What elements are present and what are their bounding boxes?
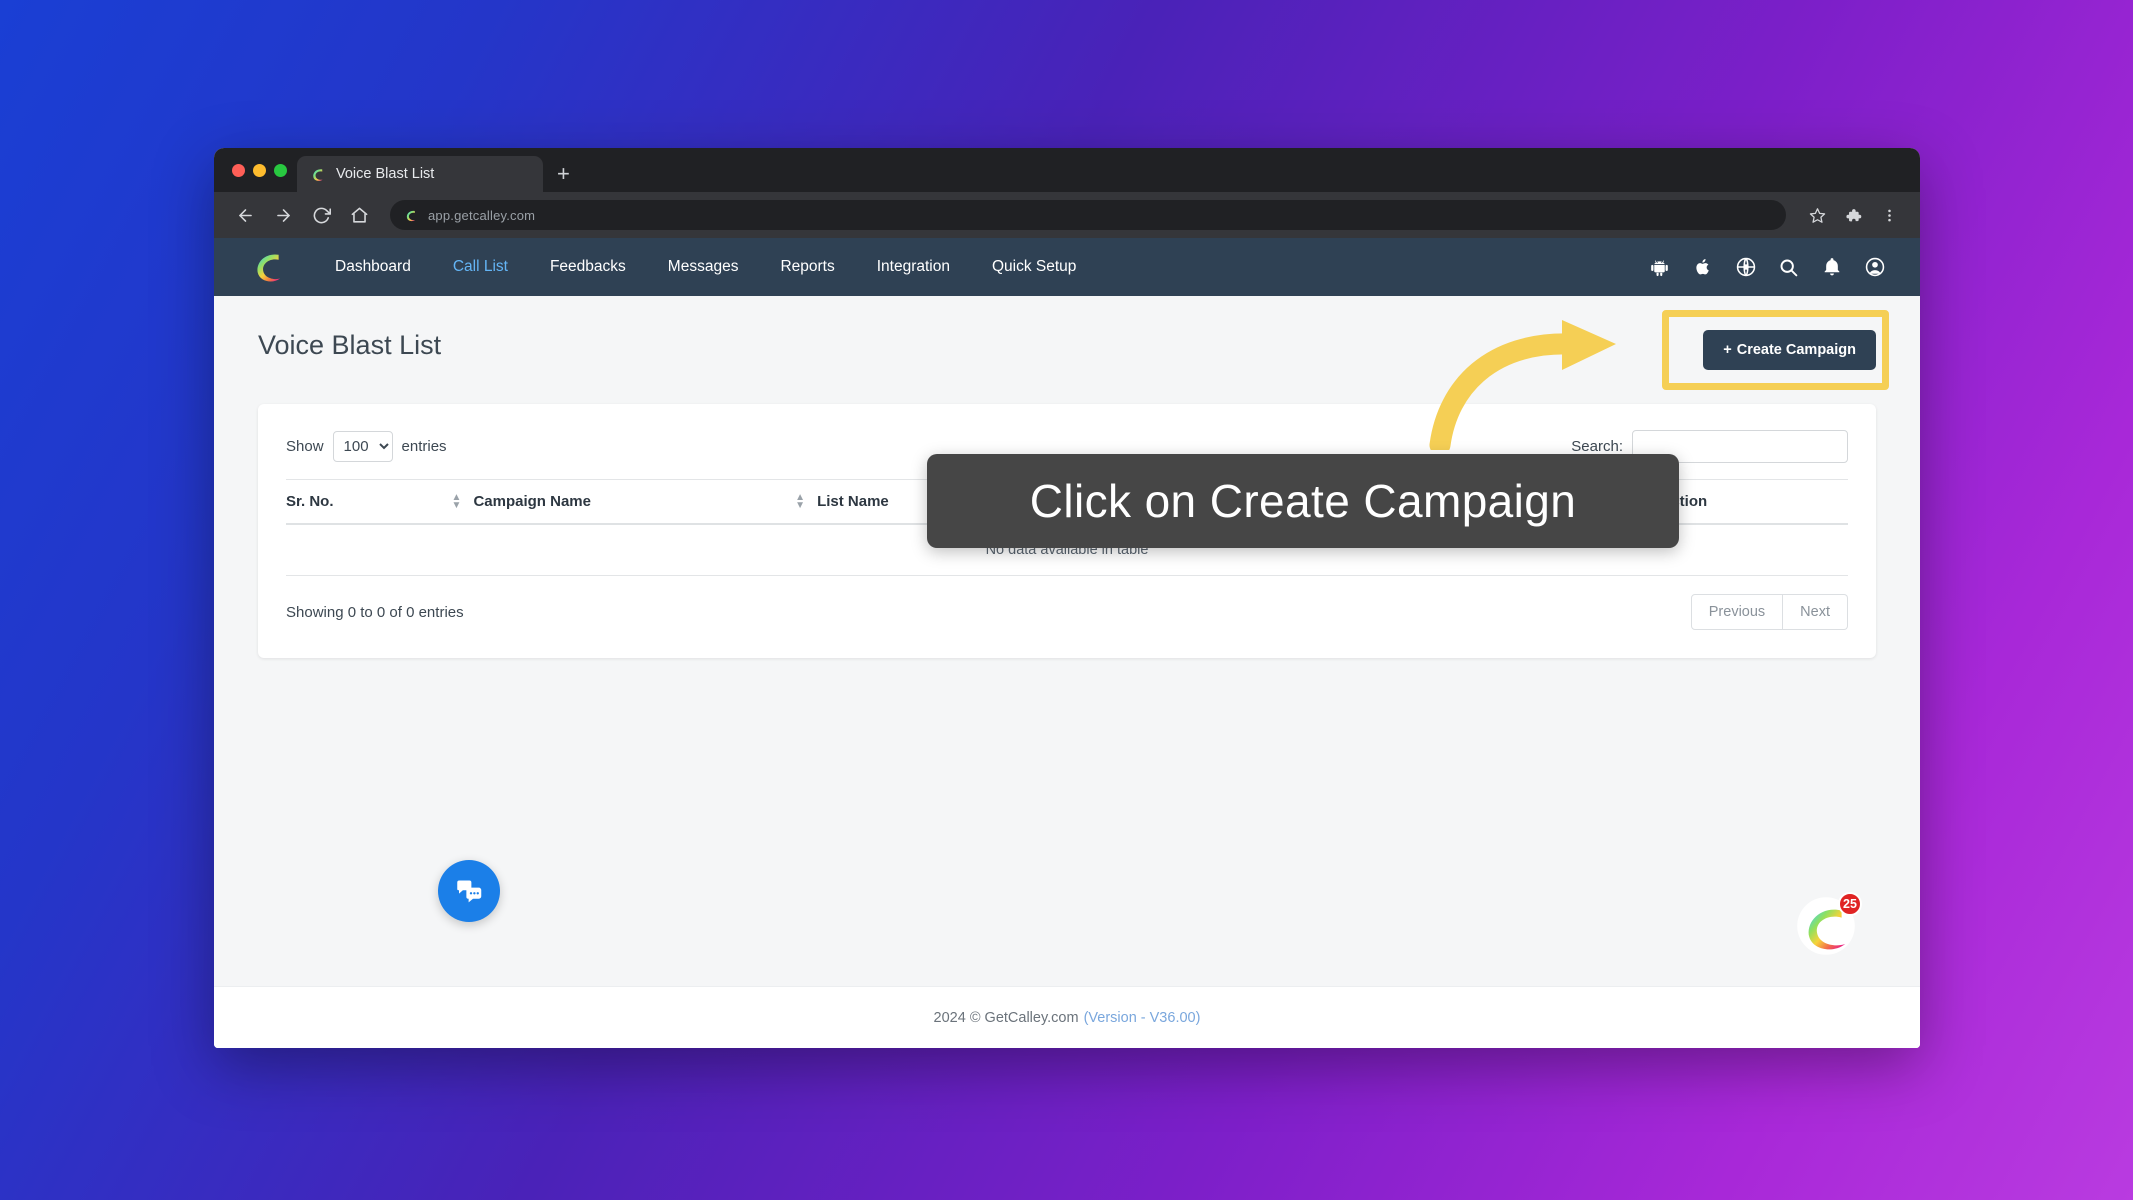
notification-badge: 25 xyxy=(1838,892,1862,916)
browser-tab[interactable]: Voice Blast List xyxy=(297,156,543,192)
close-window-button[interactable] xyxy=(232,163,245,177)
page-title: Voice Blast List xyxy=(258,330,442,360)
create-campaign-button[interactable]: + Create Campaign xyxy=(1703,330,1876,370)
bell-icon[interactable] xyxy=(1820,256,1843,279)
nav-item-feedbacks[interactable]: Feedbacks xyxy=(529,258,647,276)
column-header-action: Action xyxy=(1660,479,1848,525)
calley-logo-icon[interactable] xyxy=(252,249,288,285)
column-label: Sr. No. xyxy=(286,493,334,510)
new-tab-button[interactable]: + xyxy=(543,163,584,185)
star-icon[interactable] xyxy=(1800,198,1834,232)
browser-address-bar: app.getcalley.com xyxy=(214,192,1920,238)
column-header-campaign-name[interactable]: Campaign Name ▲ ▼ xyxy=(473,479,818,525)
apple-icon[interactable] xyxy=(1691,256,1714,279)
nav-item-call-list[interactable]: Call List xyxy=(432,258,529,276)
browser-window: Voice Blast List + app.getcalley.com Das… xyxy=(214,148,1920,1048)
nav-item-messages[interactable]: Messages xyxy=(647,258,760,276)
home-icon[interactable] xyxy=(342,198,376,232)
footer-version-link[interactable]: (Version - V36.00) xyxy=(1084,1010,1201,1026)
search-label: Search: xyxy=(1571,438,1623,455)
reload-icon[interactable] xyxy=(304,198,338,232)
calley-logo-icon xyxy=(313,168,323,181)
minimize-window-button[interactable] xyxy=(253,163,266,177)
chat-support-button[interactable] xyxy=(438,860,500,922)
nav-item-reports[interactable]: Reports xyxy=(759,258,855,276)
user-account-icon[interactable] xyxy=(1863,256,1886,279)
android-icon[interactable] xyxy=(1648,256,1671,279)
showing-entries-info: Showing 0 to 0 of 0 entries xyxy=(286,603,464,621)
puzzle-icon[interactable] xyxy=(1836,198,1870,232)
nav-icon-group xyxy=(1648,256,1886,279)
app-viewport: Dashboard Call List Feedbacks Messages R… xyxy=(214,238,1920,1048)
globe-icon[interactable] xyxy=(1734,256,1757,279)
sort-indicator-icon: ▲▼ xyxy=(451,491,462,511)
nav-item-integration[interactable]: Integration xyxy=(856,258,971,276)
pagination-controls: Previous Next xyxy=(1690,594,1848,630)
search-icon[interactable] xyxy=(1777,256,1800,279)
table-footer: Showing 0 to 0 of 0 entries Previous Nex… xyxy=(286,594,1848,630)
plus-icon: + xyxy=(1723,342,1732,358)
browser-toolbar-actions xyxy=(1800,198,1906,232)
nav-item-quick-setup[interactable]: Quick Setup xyxy=(971,258,1097,276)
footer-copyright: 2024 © GetCalley.com xyxy=(933,1009,1079,1026)
page-header: Voice Blast List + Create Campaign xyxy=(214,296,1920,370)
entries-label: entries xyxy=(401,438,447,455)
show-entries-control: Show 10 25 50 100 entries xyxy=(286,431,447,462)
url-bar[interactable]: app.getcalley.com xyxy=(390,200,1786,230)
create-campaign-label: Create Campaign xyxy=(1736,342,1856,358)
calley-widget-button[interactable]: 25 xyxy=(1796,892,1862,956)
back-arrow-icon[interactable] xyxy=(228,198,262,232)
nav-item-dashboard[interactable]: Dashboard xyxy=(314,258,432,276)
browser-tab-strip: Voice Blast List + xyxy=(214,148,1920,192)
browser-tab-title: Voice Blast List xyxy=(336,166,435,182)
app-footer: 2024 © GetCalley.com (Version - V36.00) xyxy=(214,986,1920,1048)
pagination-next-button[interactable]: Next xyxy=(1783,594,1848,630)
chat-bubbles-icon xyxy=(457,880,482,903)
entries-per-page-select[interactable]: 10 25 50 100 xyxy=(332,431,393,462)
column-label: List Name xyxy=(817,493,889,510)
url-text: app.getcalley.com xyxy=(428,207,536,223)
calley-logo-icon xyxy=(406,210,416,221)
nav-menu: Dashboard Call List Feedbacks Messages R… xyxy=(314,258,1097,276)
app-top-navigation: Dashboard Call List Feedbacks Messages R… xyxy=(214,238,1920,296)
pagination-previous-button[interactable]: Previous xyxy=(1690,594,1784,630)
instruction-callout: Click on Create Campaign xyxy=(927,454,1679,548)
maximize-window-button[interactable] xyxy=(274,163,287,177)
kebab-menu-icon[interactable] xyxy=(1872,198,1906,232)
window-traffic-lights xyxy=(228,148,297,192)
column-header-sr-no[interactable]: Sr. No. ▲ ▼ xyxy=(286,479,474,525)
callout-text: Click on Create Campaign xyxy=(1029,475,1577,527)
show-label: Show xyxy=(286,438,324,455)
column-label: Campaign Name xyxy=(473,493,591,510)
forward-arrow-icon[interactable] xyxy=(266,198,300,232)
sort-indicator-icon: ▲▼ xyxy=(795,491,806,511)
